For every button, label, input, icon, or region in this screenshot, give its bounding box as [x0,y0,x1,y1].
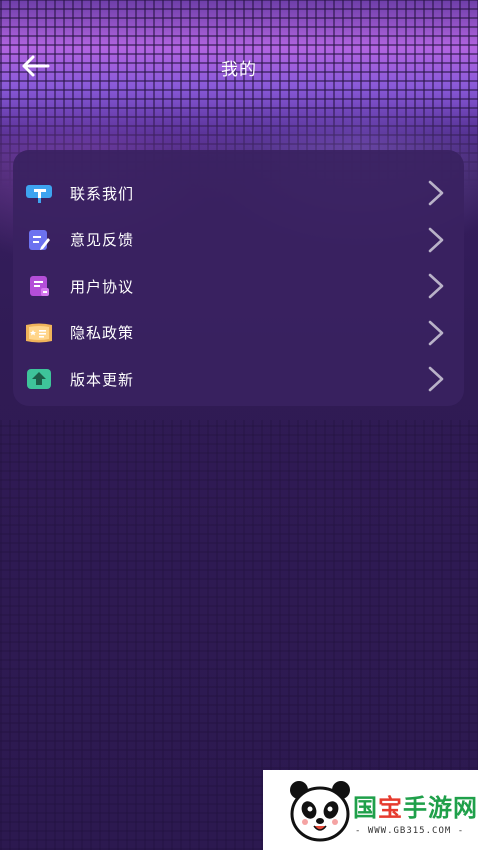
agreement-icon [25,274,53,298]
chevron-right-icon [428,320,444,346]
feedback-icon [25,228,53,252]
chevron-right-icon [428,273,444,299]
page-title: 我的 [221,60,257,80]
menu-item-label: 版本更新 [70,370,135,389]
header: 我的 [0,40,478,92]
menu-item-label: 用户协议 [70,277,135,296]
menu-item-update[interactable]: 版本更新 [13,356,464,403]
menu-card: 联系我们 意见反馈 用户协议 隐私政策 版本更新 [13,150,464,406]
menu-item-feedback[interactable]: 意见反馈 [13,217,464,264]
chevron-right-icon [428,227,444,253]
menu-item-privacy[interactable]: 隐私政策 [13,310,464,357]
watermark-url: - WWW.GB315.COM - [355,826,465,836]
menu-item-label: 意见反馈 [70,231,135,250]
contact-icon [25,181,53,205]
menu-item-contact[interactable]: 联系我们 [13,170,464,217]
chevron-right-icon [428,180,444,206]
watermark: 国宝手游网 - WWW.GB315.COM - [263,770,478,850]
menu-item-agreement[interactable]: 用户协议 [13,263,464,310]
watermark-brand: 国宝手游网 [353,794,478,822]
chevron-right-icon [428,366,444,392]
panda-logo-icon [290,781,350,842]
menu-item-label: 联系我们 [70,184,135,203]
update-icon [25,367,53,391]
privacy-icon [25,321,53,345]
menu-item-label: 隐私政策 [70,324,135,343]
